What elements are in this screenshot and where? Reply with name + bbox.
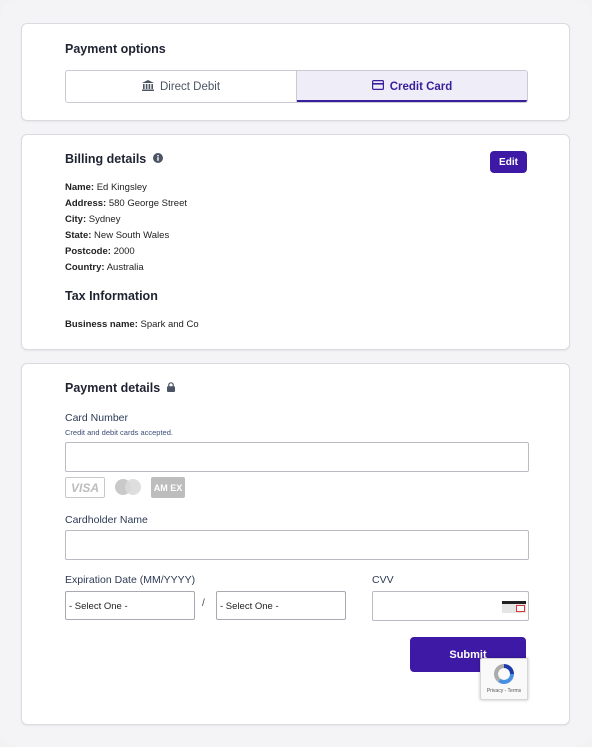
billing-details-heading: Billing details [65, 152, 164, 166]
card-number-helper: Credit and debit cards accepted. [65, 428, 173, 437]
billing-row-name: Name: Ed Kingsley [65, 182, 147, 193]
billing-label: Address: [65, 198, 107, 209]
billing-label: State: [65, 230, 92, 241]
credit-card-option[interactable]: Credit Card [296, 71, 527, 102]
page: Payment options Direct Debit Credit Card… [0, 0, 592, 747]
billing-row-country: Country: Australia [65, 262, 144, 273]
expiry-separator: / [202, 598, 205, 609]
direct-debit-option[interactable]: Direct Debit [66, 71, 296, 102]
recaptcha-badge[interactable]: Privacy - Terms [480, 658, 528, 700]
billing-details-card: Billing details Edit Name: Ed Kingsley A… [21, 134, 570, 350]
edit-billing-button[interactable]: Edit [490, 151, 527, 173]
recaptcha-icon [492, 662, 516, 686]
business-name-row: Business name: Spark and Co [65, 319, 199, 330]
billing-label: Postcode: [65, 246, 111, 257]
recaptcha-terms[interactable]: Privacy - Terms [481, 688, 527, 694]
billing-value: Australia [106, 262, 144, 273]
card-number-input[interactable] [65, 442, 529, 472]
billing-label: City: [65, 214, 87, 225]
cardholder-name-input[interactable] [65, 530, 529, 560]
billing-row-postcode: Postcode: 2000 [65, 246, 135, 257]
billing-value: 580 George Street [108, 198, 187, 209]
expiry-year-select[interactable]: - Select One - [216, 591, 346, 620]
credit-card-icon [371, 80, 384, 93]
expiration-date-label: Expiration Date (MM/YYYY) [65, 574, 196, 586]
visa-icon: VISA [65, 477, 105, 498]
billing-value: Ed Kingsley [96, 182, 147, 193]
business-name-value: Spark and Co [140, 319, 199, 330]
info-icon[interactable] [153, 152, 164, 166]
payment-details-heading: Payment details [65, 381, 176, 395]
cardholder-name-label: Cardholder Name [65, 514, 148, 526]
payment-options-card: Payment options Direct Debit Credit Card [21, 23, 570, 121]
billing-value: New South Wales [94, 230, 170, 241]
card-brands: VISA AM EX [65, 477, 185, 498]
card-number-label: Card Number [65, 412, 129, 424]
billing-label: Name: [65, 182, 95, 193]
expiry-month-select[interactable]: - Select One - [65, 591, 195, 620]
billing-details-title: Billing details [65, 152, 147, 166]
business-name-label: Business name: [65, 319, 138, 330]
lock-icon [167, 381, 176, 395]
payment-options-title: Payment options [65, 42, 166, 56]
billing-row-state: State: New South Wales [65, 230, 169, 241]
billing-value: 2000 [113, 246, 135, 257]
cvv-label: CVV [372, 574, 394, 586]
billing-row-city: City: Sydney [65, 214, 120, 225]
billing-row-address: Address: 580 George Street [65, 198, 187, 209]
billing-value: Sydney [88, 214, 121, 225]
amex-icon: AM EX [151, 477, 185, 498]
bank-icon [141, 79, 154, 94]
billing-label: Country: [65, 262, 105, 273]
mastercard-icon [111, 477, 145, 498]
payment-details-card: Payment details Card Number Credit and d… [21, 363, 570, 725]
payment-details-title: Payment details [65, 381, 161, 395]
cvv-input[interactable] [372, 591, 529, 621]
direct-debit-label: Direct Debit [159, 80, 221, 93]
tax-information-title: Tax Information [65, 289, 158, 303]
credit-card-label: Credit Card [389, 80, 453, 93]
payment-method-toggle: Direct Debit Credit Card [65, 70, 528, 103]
cvv-card-icon [502, 601, 526, 613]
